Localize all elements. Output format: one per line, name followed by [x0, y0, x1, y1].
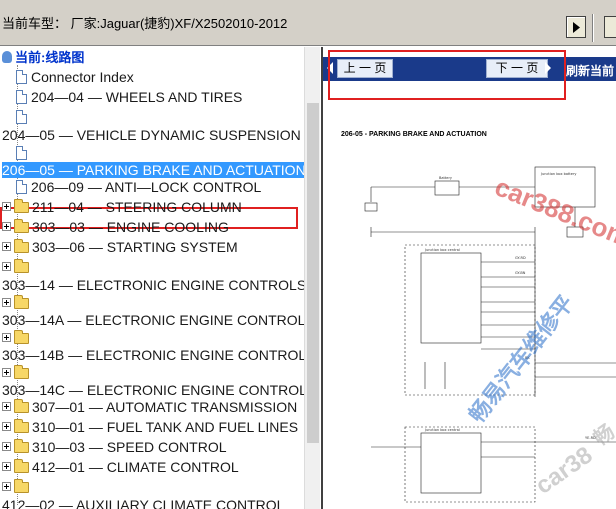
tree-item-label: 204—04 — WHEELS AND TIRES — [31, 89, 243, 105]
tree-item-label: Connector Index — [31, 69, 134, 85]
tree-item-label: 303—14A — ELECTRONIC ENGINE CONTROLS — — [2, 312, 304, 328]
expand-icon[interactable] — [2, 262, 11, 271]
tree-item-204-04[interactable]: 204—04 — WHEELS AND TIRES — [16, 88, 242, 106]
tree-item-label: 204—05 — VEHICLE DYNAMIC SUSPENSION — [2, 127, 301, 143]
folder-icon — [14, 419, 29, 433]
expand-icon[interactable] — [2, 333, 11, 342]
expand-icon[interactable] — [2, 462, 11, 471]
tree-item-folder-row[interactable] — [2, 364, 32, 382]
folder-icon — [14, 399, 29, 413]
tree-item-label: 310—03 — SPEED CONTROL — [32, 439, 227, 455]
expand-icon[interactable] — [2, 242, 11, 251]
navigate-button[interactable] — [566, 16, 586, 38]
document-icon — [16, 70, 27, 84]
expand-icon[interactable] — [2, 422, 11, 431]
tree-item-412-01[interactable]: 412—01 — CLIMATE CONTROL — [2, 458, 239, 476]
tree-item-206-05[interactable]: 206—05 — PARKING BRAKE AND ACTUATION — [2, 161, 304, 179]
tree-item-label: 303—14C — ELECTRONIC ENGINE CONTROLS — — [2, 382, 304, 398]
tree-item-label: 303—06 — STARTING SYSTEM — [32, 239, 238, 255]
tree-item-folder-row[interactable] — [2, 258, 32, 276]
svg-text:Junction box battery: Junction box battery — [540, 172, 576, 176]
scrollbar-thumb[interactable] — [307, 103, 319, 443]
tree-item-folder-row[interactable] — [2, 294, 32, 312]
svg-text:Junction box central: Junction box central — [424, 428, 460, 432]
wiring-diagram: Battery Junction box battery Junction bo… — [364, 166, 616, 503]
folder-icon — [14, 439, 29, 453]
tree-item-303-06[interactable]: 303—06 — STARTING SYSTEM — [2, 238, 238, 256]
expand-icon[interactable] — [2, 442, 11, 451]
expand-icon[interactable] — [2, 202, 11, 211]
tree-item-label: 303—14B — ELECTRONIC ENGINE CONTROLS — — [2, 347, 304, 363]
expand-icon[interactable] — [2, 222, 11, 231]
svg-text:GY-BN: GY-BN — [515, 271, 526, 275]
tree-item-307-01[interactable]: 307—01 — AUTOMATIC TRANSMISSION — [2, 398, 297, 416]
tree-item-doc-icon-row[interactable] — [16, 108, 31, 126]
tree-item-doc-icon-row[interactable] — [16, 144, 31, 162]
tree-item-303-14[interactable]: 303—14 — ELECTRONIC ENGINE CONTROLS — — [2, 276, 304, 294]
tree-item-label: 412—02 — AUXILIARY CLIMATE CONTROL — [2, 497, 285, 509]
root-icon — [2, 51, 12, 63]
tree-item-303-14a[interactable]: 303—14A — ELECTRONIC ENGINE CONTROLS — — [2, 311, 304, 329]
document-icon — [16, 180, 27, 194]
folder-icon — [14, 479, 29, 493]
page-nav-bar: 上 一 页 下 一 页 刷新当前 — [323, 50, 616, 100]
expand-icon[interactable] — [2, 298, 11, 307]
tree-item-label: 211—04 — STEERING COLUMN — [32, 199, 242, 215]
tree-root[interactable]: 当前:线路图 — [2, 49, 84, 67]
tree-item-303-03[interactable]: 303—03 — ENGINE COOLING — [2, 218, 229, 236]
tree-item-310-01[interactable]: 310—01 — FUEL TANK AND FUEL LINES — [2, 418, 298, 436]
toolbar-divider — [592, 14, 594, 42]
refresh-current-link[interactable]: 刷新当前 — [566, 62, 614, 79]
expand-icon[interactable] — [2, 402, 11, 411]
tree-item-303-14b[interactable]: 303—14B — ELECTRONIC ENGINE CONTROLS — — [2, 346, 304, 364]
tree-item-412-02[interactable]: 412—02 — AUXILIARY CLIMATE CONTROL — [2, 496, 284, 509]
tree-item-303-14c[interactable]: 303—14C — ELECTRONIC ENGINE CONTROLS — — [2, 381, 304, 399]
wiring-diagram-tree: 当前:线路图 Connector Index 204—04 — WHEELS A… — [0, 47, 304, 509]
arrow-right-icon — [573, 22, 580, 33]
toolbar-button[interactable] — [604, 16, 616, 38]
tree-item-label: 412—01 — CLIMATE CONTROL — [32, 459, 239, 475]
tree-item-204-05[interactable]: 204—05 — VEHICLE DYNAMIC SUSPENSION — [2, 126, 301, 144]
tree-item-label: 206—05 — PARKING BRAKE AND ACTUATION — [2, 162, 304, 178]
svg-text:Junction box central: Junction box central — [424, 248, 460, 252]
tree-item-211-04[interactable]: 211—04 — STEERING COLUMN — [2, 198, 242, 216]
tree-item-label: 307—01 — AUTOMATIC TRANSMISSION — [32, 399, 298, 415]
folder-icon — [14, 219, 29, 233]
tree-item-connector-index[interactable]: Connector Index — [16, 68, 134, 86]
tree-scrollbar[interactable] — [304, 47, 320, 509]
tree-item-label: 310—01 — FUEL TANK AND FUEL LINES — [32, 419, 299, 435]
tree-item-folder-row[interactable] — [2, 478, 32, 496]
tree-item-folder-row[interactable] — [2, 329, 32, 347]
document-icon — [16, 146, 27, 160]
tree-item-310-03[interactable]: 310—03 — SPEED CONTROL — [2, 438, 227, 456]
folder-icon — [14, 459, 29, 473]
nav-highlight-box — [328, 50, 566, 100]
folder-icon — [14, 295, 29, 309]
expand-icon[interactable] — [2, 368, 11, 377]
svg-text:YE-RD: YE-RD — [585, 436, 596, 440]
tree-item-label: 303—14 — ELECTRONIC ENGINE CONTROLS — — [2, 277, 304, 293]
folder-icon — [14, 239, 29, 253]
tree-root-label: 当前:线路图 — [15, 50, 85, 65]
tree-item-label: 206—09 — ANTI—LOCK CONTROL — [31, 179, 262, 195]
document-icon — [16, 110, 27, 124]
folder-icon — [14, 259, 29, 273]
tree-item-206-09[interactable]: 206—09 — ANTI—LOCK CONTROL — [16, 178, 261, 196]
expand-icon[interactable] — [2, 482, 11, 491]
document-icon — [16, 90, 27, 104]
folder-icon — [14, 330, 29, 344]
svg-text:BK: BK — [525, 356, 530, 360]
diagram-viewer: 上 一 页 下 一 页 刷新当前 206-05 - PARKING BRAKE … — [321, 47, 616, 509]
svg-text:Battery: Battery — [439, 176, 452, 180]
folder-icon — [14, 199, 29, 213]
folder-icon — [14, 365, 29, 379]
tree-item-label: 303—03 — ENGINE COOLING — [32, 219, 229, 235]
window-title: 当前车型： 厂家:Jaguar(捷豹)XF/X2502010-2012 — [2, 16, 288, 31]
svg-text:GY-RD: GY-RD — [515, 256, 526, 260]
title-bar: 当前车型： 厂家:Jaguar(捷豹)XF/X2502010-2012 — [0, 0, 616, 46]
